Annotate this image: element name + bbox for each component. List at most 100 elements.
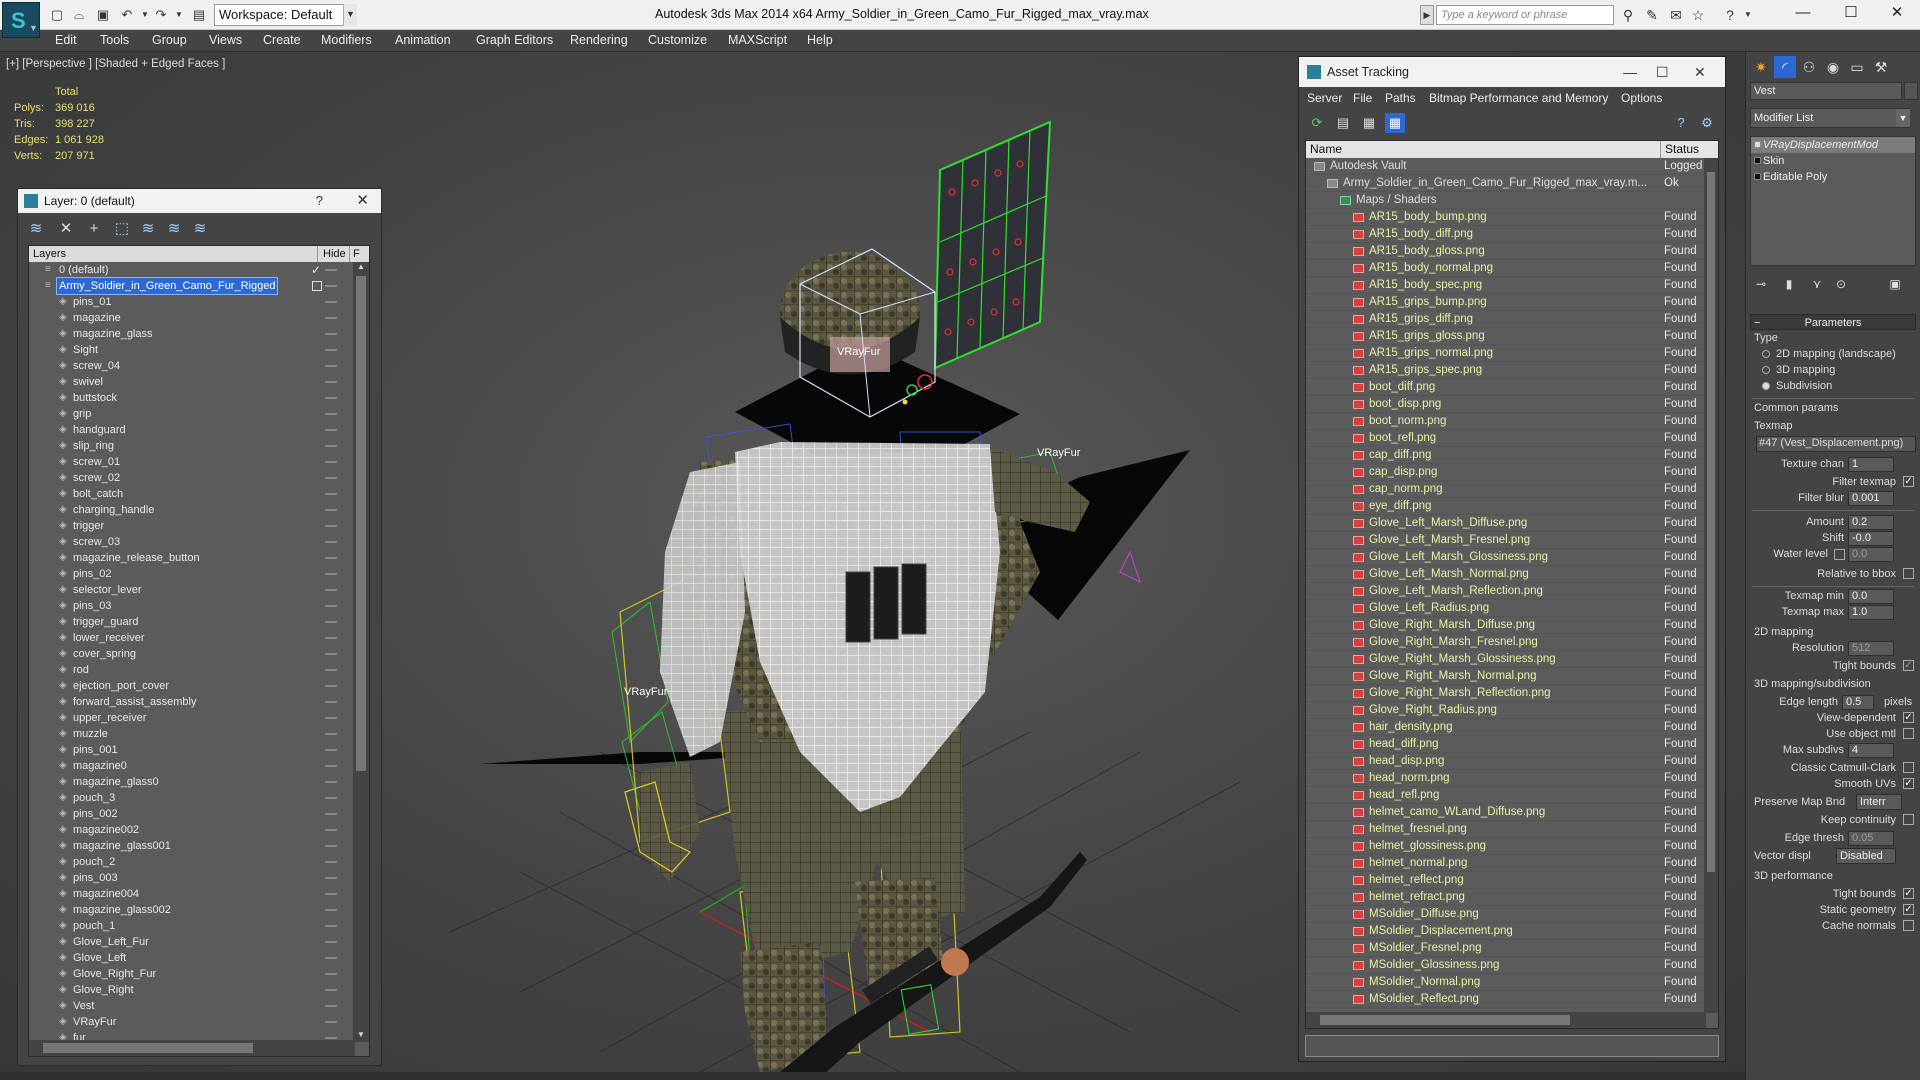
radio-3d-mapping[interactable]: 3D mapping bbox=[1762, 364, 1835, 376]
menu-graph-editors[interactable]: Graph Editors bbox=[476, 33, 553, 47]
freeze-all-layers-icon[interactable]: ≋ bbox=[190, 219, 210, 239]
modify-tab-icon[interactable]: ◜ bbox=[1774, 56, 1796, 78]
column-layers[interactable]: Layers bbox=[33, 246, 66, 262]
asset-row[interactable]: MSoldier_Diffuse.png Found bbox=[1306, 906, 1706, 923]
amount-spinner[interactable]: 0.2 bbox=[1848, 515, 1894, 530]
hide-toggle[interactable] bbox=[325, 461, 337, 463]
hide-toggle[interactable] bbox=[325, 829, 337, 831]
scroll-thumb[interactable] bbox=[43, 1043, 253, 1053]
asset-row[interactable]: AR15_grips_bump.png Found bbox=[1306, 294, 1706, 311]
asset-row[interactable]: Glove_Left_Marsh_Glossiness.png Found bbox=[1306, 549, 1706, 566]
asset-vertical-scrollbar[interactable] bbox=[1704, 158, 1718, 1013]
hide-toggle[interactable] bbox=[325, 381, 337, 383]
chevron-down-icon[interactable]: ▼ bbox=[343, 4, 357, 26]
asset-horizontal-scrollbar[interactable] bbox=[1306, 1012, 1706, 1028]
redo-dropdown-icon[interactable]: ▼ bbox=[170, 6, 188, 24]
layer-row[interactable]: ◈ charging_handle bbox=[29, 502, 355, 518]
layer-row[interactable]: ◈ magazine004 bbox=[29, 886, 355, 902]
water-level-checkbox[interactable] bbox=[1834, 549, 1845, 560]
column-hide[interactable]: Hide bbox=[317, 246, 351, 262]
help-dropdown-icon[interactable]: ▼ bbox=[1738, 6, 1758, 24]
asset-path-field[interactable] bbox=[1305, 1035, 1719, 1057]
asset-panel-title-bar[interactable]: Asset Tracking — ☐ ✕ bbox=[1299, 57, 1725, 87]
help-icon[interactable]: ? bbox=[316, 189, 323, 213]
asset-row[interactable]: AR15_body_gloss.png Found bbox=[1306, 243, 1706, 260]
layer-horizontal-scrollbar[interactable] bbox=[29, 1040, 355, 1056]
asset-row[interactable]: AR15_grips_normal.png Found bbox=[1306, 345, 1706, 362]
asset-row[interactable]: boot_refl.png Found bbox=[1306, 430, 1706, 447]
classic-catmull-clark-checkbox[interactable] bbox=[1903, 762, 1914, 773]
layer-row[interactable]: ◈ screw_04 bbox=[29, 358, 355, 374]
asset-row[interactable]: helmet_fresnel.png Found bbox=[1306, 821, 1706, 838]
asset-row[interactable]: Maps / Shaders bbox=[1306, 192, 1706, 209]
refresh-icon[interactable]: ⟳ bbox=[1307, 113, 1327, 133]
hide-toggle[interactable] bbox=[325, 813, 337, 815]
layer-row[interactable]: ◈ magazine0 bbox=[29, 758, 355, 774]
hide-toggle[interactable] bbox=[325, 701, 337, 703]
asset-row[interactable]: helmet_normal.png Found bbox=[1306, 855, 1706, 872]
table-view-icon[interactable]: ▦ bbox=[1385, 113, 1405, 133]
asset-row[interactable]: boot_disp.png Found bbox=[1306, 396, 1706, 413]
asset-row[interactable]: AR15_grips_spec.png Found bbox=[1306, 362, 1706, 379]
minimize-button[interactable]: — bbox=[1780, 0, 1826, 28]
smooth-uvs-checkbox[interactable]: ✓ bbox=[1903, 778, 1914, 789]
hide-toggle[interactable] bbox=[325, 493, 337, 495]
hide-toggle[interactable] bbox=[325, 733, 337, 735]
menu-modifiers[interactable]: Modifiers bbox=[321, 33, 372, 47]
display-tab-icon[interactable]: ▭ bbox=[1846, 56, 1868, 78]
stack-item-skin[interactable]: Skin bbox=[1751, 153, 1915, 169]
hide-toggle[interactable] bbox=[325, 669, 337, 671]
layer-row[interactable]: ◈ ejection_port_cover bbox=[29, 678, 355, 694]
menu-file[interactable]: File bbox=[1353, 91, 1372, 105]
layer-row[interactable]: ◈ upper_receiver bbox=[29, 710, 355, 726]
asset-row[interactable]: helmet_refract.png Found bbox=[1306, 889, 1706, 906]
new-file-icon[interactable]: ▢ bbox=[48, 6, 66, 24]
hide-toggle[interactable] bbox=[325, 797, 337, 799]
asset-row[interactable]: Glove_Left_Marsh_Diffuse.png Found bbox=[1306, 515, 1706, 532]
layer-row[interactable]: ◈ pins_002 bbox=[29, 806, 355, 822]
modifier-list-dropdown[interactable]: Modifier List bbox=[1750, 108, 1910, 128]
asset-row[interactable]: MSoldier_Displacement.png Found bbox=[1306, 923, 1706, 940]
texmap-min-spinner[interactable]: 0.0 bbox=[1848, 589, 1894, 604]
maximize-button[interactable]: ☐ bbox=[1656, 57, 1669, 87]
hide-toggle[interactable] bbox=[325, 957, 337, 959]
bulb-icon[interactable] bbox=[1754, 157, 1761, 164]
asset-row[interactable]: Autodesk Vault Logged bbox=[1306, 158, 1706, 175]
layer-row[interactable]: ◈ trigger_guard bbox=[29, 614, 355, 630]
layer-row[interactable]: ◈ pouch_2 bbox=[29, 854, 355, 870]
keep-continuity-checkbox[interactable] bbox=[1903, 814, 1914, 825]
asset-row[interactable]: Glove_Right_Marsh_Normal.png Found bbox=[1306, 668, 1706, 685]
layer-row[interactable]: ◈ forward_assist_assembly bbox=[29, 694, 355, 710]
hide-toggle[interactable] bbox=[325, 893, 337, 895]
asset-row[interactable]: boot_norm.png Found bbox=[1306, 413, 1706, 430]
preserve-map-bnd-dropdown[interactable]: Interr bbox=[1856, 794, 1902, 810]
layer-row[interactable]: ≡ Army_Soldier_in_Green_Camo_Fur_Rigged bbox=[29, 277, 355, 295]
hide-toggle[interactable] bbox=[325, 909, 337, 911]
configure-modifier-sets-icon[interactable]: ▣ bbox=[1884, 274, 1906, 294]
layer-row[interactable]: ◈ slip_ring bbox=[29, 438, 355, 454]
hide-toggle[interactable] bbox=[325, 477, 337, 479]
scroll-thumb[interactable] bbox=[1707, 172, 1715, 872]
layer-row[interactable]: ≡ 0 (default) ✓ bbox=[29, 262, 355, 278]
menu-options[interactable]: Options bbox=[1621, 91, 1662, 105]
resolution-spinner[interactable]: 512 bbox=[1848, 641, 1894, 656]
asset-row[interactable]: Glove_Right_Marsh_Reflection.png Found bbox=[1306, 685, 1706, 702]
hide-toggle[interactable] bbox=[325, 1021, 337, 1023]
stack-item-editable-poly[interactable]: Editable Poly bbox=[1751, 169, 1915, 185]
asset-row[interactable]: Glove_Right_Radius.png Found bbox=[1306, 702, 1706, 719]
layer-row[interactable]: ◈ magazine bbox=[29, 310, 355, 326]
water-level-spinner[interactable]: 0.0 bbox=[1848, 547, 1894, 562]
expand-icon[interactable] bbox=[1754, 173, 1761, 180]
hide-toggle[interactable] bbox=[325, 877, 337, 879]
maximize-button[interactable]: ☐ bbox=[1828, 0, 1874, 28]
show-end-result-icon[interactable]: ▮ bbox=[1778, 274, 1800, 294]
menu-create[interactable]: Create bbox=[263, 33, 301, 47]
subscription-icon[interactable]: ✎ bbox=[1642, 6, 1662, 24]
asset-row[interactable]: MSoldier_Glossiness.png Found bbox=[1306, 957, 1706, 974]
asset-row[interactable]: Glove_Left_Radius.png Found bbox=[1306, 600, 1706, 617]
asset-row[interactable]: MSoldier_Fresnel.png Found bbox=[1306, 940, 1706, 957]
layer-row[interactable]: ◈ magazine_release_button bbox=[29, 550, 355, 566]
layer-row[interactable]: ◈ pins_03 bbox=[29, 598, 355, 614]
layer-row[interactable]: ◈ grip bbox=[29, 406, 355, 422]
layer-row[interactable]: ◈ selector_lever bbox=[29, 582, 355, 598]
